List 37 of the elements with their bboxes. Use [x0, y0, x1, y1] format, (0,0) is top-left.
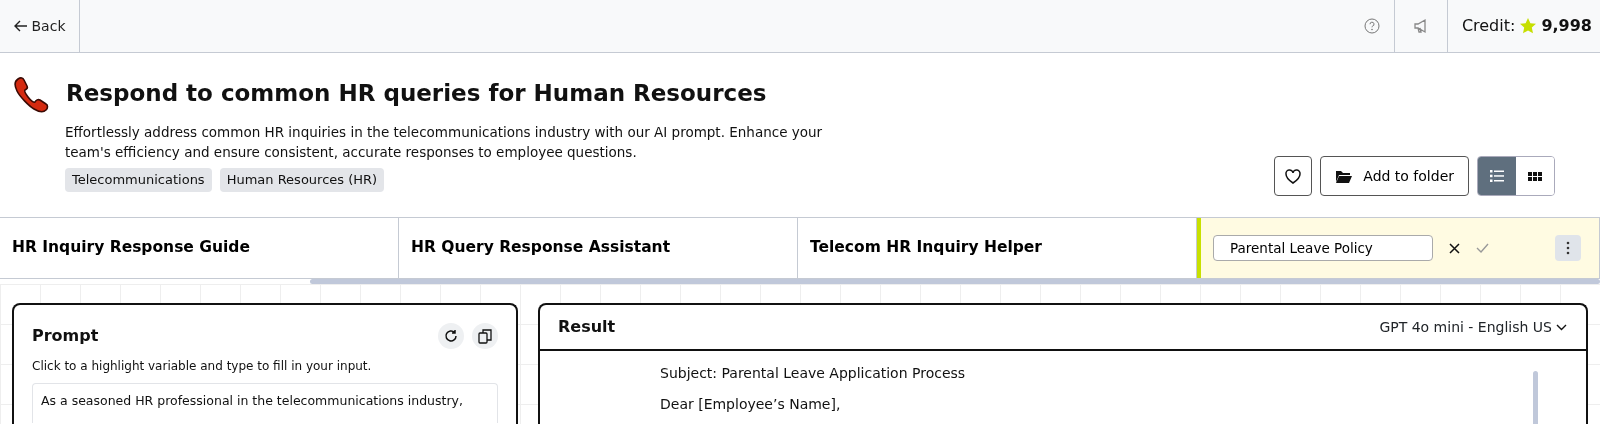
- result-text: Subject: Parental Leave Application Process: [660, 364, 967, 383]
- telephone-icon: [12, 75, 50, 113]
- panel-title: Result: [558, 316, 616, 338]
- check-icon[interactable]: [1476, 243, 1489, 253]
- refresh-button[interactable]: [438, 323, 464, 349]
- close-icon[interactable]: [1449, 242, 1460, 254]
- folder-icon: [1335, 168, 1354, 184]
- list-icon: [1490, 170, 1504, 182]
- heart-icon: [1285, 168, 1302, 184]
- credit-value: 9,998: [1541, 15, 1592, 37]
- result-text: Dear [Employee’s Name],: [660, 395, 842, 414]
- page-title: Respond to common HR queries for Human Resources: [66, 80, 767, 108]
- arrow-left-icon: [13, 20, 28, 32]
- prompt-hint: Click to a highlight variable and type to fill in your input.: [32, 358, 373, 375]
- page-description: Effortlessly address common HR inquiries in the telecommunications industry with our AI prompt. Enhance your team's efficiency and ensure consistent, accurate responses to employee questions.: [65, 123, 824, 162]
- back-link[interactable]: Back: [0, 0, 80, 52]
- refresh-icon: [444, 329, 458, 343]
- more-icon: [1566, 241, 1570, 255]
- panel-title: Prompt: [32, 325, 99, 347]
- credit-label: Credit:: [1461, 15, 1516, 37]
- tab-name-field[interactable]: Parental Leave Policy: [1213, 235, 1433, 261]
- copy-icon: [478, 328, 492, 344]
- model-dropdown[interactable]: GPT 4o mini - English US: [1378, 315, 1568, 339]
- chevron-down-icon: [1556, 323, 1567, 331]
- favorite-button[interactable]: [1274, 156, 1313, 196]
- scrollbar[interactable]: [1533, 371, 1538, 424]
- add-to-folder-button[interactable]: Add to folder: [1320, 156, 1469, 196]
- scrollbar[interactable]: [310, 279, 1600, 284]
- tag[interactable]: Telecommunications: [65, 168, 212, 192]
- help-icon[interactable]: [1363, 18, 1380, 34]
- copy-button[interactable]: [472, 323, 498, 349]
- grid-icon: [1528, 171, 1542, 181]
- list-view-button[interactable]: [1478, 157, 1516, 195]
- megaphone-icon[interactable]: [1412, 18, 1429, 34]
- prompt-text[interactable]: As a seasoned HR professional in the telecommunications industry,: [32, 383, 498, 423]
- tag[interactable]: Human Resources (HR): [219, 168, 385, 192]
- star-icon: [1519, 17, 1538, 35]
